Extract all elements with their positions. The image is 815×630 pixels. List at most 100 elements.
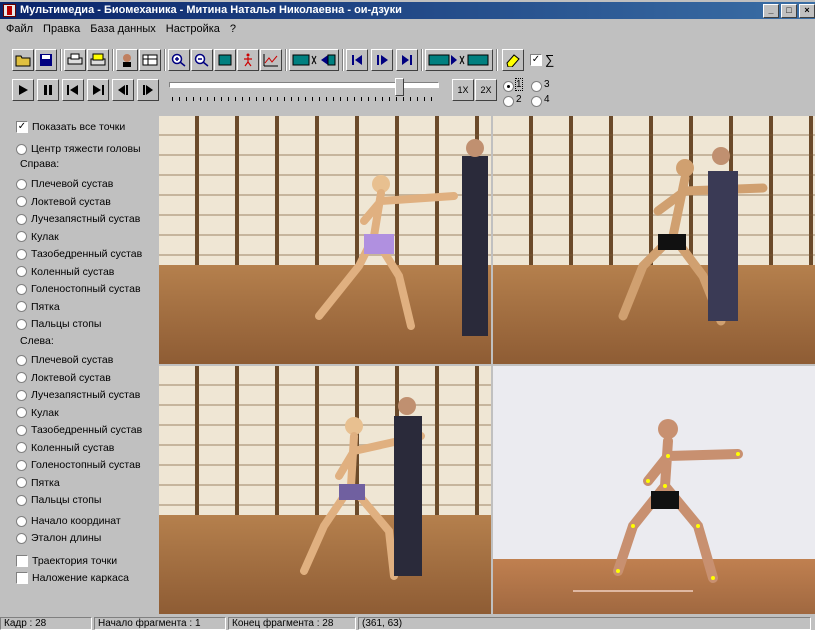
right-joint-label-5: Коленный сустав xyxy=(31,265,115,278)
left-side-heading: Слева: xyxy=(20,335,54,347)
menu-settings[interactable]: Настройка xyxy=(166,20,220,38)
right-joint-label-8: Пальцы стопы xyxy=(31,318,102,330)
video-view-4[interactable] xyxy=(493,366,815,614)
right-joint-radio-1[interactable] xyxy=(16,196,27,207)
minimize-button[interactable]: _ xyxy=(763,4,779,18)
menu-edit[interactable]: Правка xyxy=(43,20,80,38)
left-joint-label-5: Коленный сустав xyxy=(31,441,115,454)
right-joint-radio-2[interactable] xyxy=(16,213,27,225)
goto-end-icon[interactable] xyxy=(396,49,418,71)
left-joint-radio-5[interactable] xyxy=(16,442,27,453)
speed-1x-button[interactable]: 1X xyxy=(452,79,474,101)
trajectory-label: Траектория точки xyxy=(32,555,118,567)
menu-help[interactable]: ? xyxy=(230,20,236,38)
open-folder-icon[interactable] xyxy=(12,49,34,71)
video-view-1[interactable] xyxy=(159,116,491,364)
frame-slider-thumb[interactable] xyxy=(394,78,404,96)
sum-checkbox[interactable]: ✓ xyxy=(530,54,542,66)
points-panel: ✓ Показать все точки Центр тяжести головы… xyxy=(10,116,158,612)
menu-file[interactable]: Файл xyxy=(6,20,33,38)
window-title: Мультимедиа - Биомеханика - Митина Натал… xyxy=(20,4,402,16)
video-view-2[interactable] xyxy=(493,116,815,364)
view-radio-3-label: 3 xyxy=(544,79,550,90)
right-joint-radio-5[interactable] xyxy=(16,266,27,277)
origin-label: Начало координат xyxy=(31,515,121,527)
right-joint-radio-4[interactable] xyxy=(16,248,27,260)
left-joint-radio-7[interactable] xyxy=(16,477,27,488)
pause-button[interactable] xyxy=(37,79,59,101)
view-radio-1[interactable] xyxy=(503,81,514,92)
printer-setup-icon[interactable] xyxy=(87,49,109,71)
cut-right-icon[interactable] xyxy=(425,49,493,71)
trajectory-checkbox[interactable] xyxy=(16,555,28,567)
show-all-points-label: Показать все точки xyxy=(32,121,126,133)
last-frame-button[interactable] xyxy=(87,79,109,101)
status-coords: (361, 63) xyxy=(358,617,811,630)
title-bar[interactable]: Мультимедиа - Биомеханика - Митина Натал… xyxy=(0,2,815,19)
athlete-figure-4 xyxy=(573,419,743,592)
left-joint-radio-1[interactable] xyxy=(16,372,27,383)
left-joint-radio-4[interactable] xyxy=(16,424,27,436)
right-joint-radio-6[interactable] xyxy=(16,283,27,295)
next-frame-button[interactable] xyxy=(137,79,159,101)
head-center-radio[interactable] xyxy=(16,143,27,155)
maximize-button[interactable]: □ xyxy=(781,4,797,18)
left-joint-label-2: Лучезапястный сустав xyxy=(31,389,141,401)
goto-start-icon[interactable] xyxy=(346,49,368,71)
status-fragment-end: Конец фрагмента : 28 xyxy=(228,617,356,630)
view-radio-1-label: 1 xyxy=(515,78,523,91)
speed-2x-button[interactable]: 2X xyxy=(475,79,497,101)
athlete-figure-3 xyxy=(300,397,425,580)
close-button[interactable]: × xyxy=(799,4,815,18)
right-joint-label-4: Тазобедренный сустав xyxy=(31,248,143,260)
right-joint-radio-7[interactable] xyxy=(16,301,27,312)
step-forward-icon[interactable] xyxy=(371,49,393,71)
show-all-points-checkbox[interactable]: ✓ xyxy=(16,121,28,133)
view-radio-4[interactable] xyxy=(531,96,542,107)
right-joint-radio-8[interactable] xyxy=(16,318,27,330)
play-button[interactable] xyxy=(12,79,34,101)
cut-left-icon[interactable] xyxy=(289,49,339,71)
first-frame-button[interactable] xyxy=(62,79,84,101)
save-icon[interactable] xyxy=(35,49,57,71)
overlay-label: Наложение каркаса xyxy=(32,572,129,584)
left-joint-radio-8[interactable] xyxy=(16,494,27,506)
eraser-icon[interactable] xyxy=(502,49,524,71)
view-radio-2[interactable] xyxy=(503,96,514,107)
left-joint-label-6: Голеностопный сустав xyxy=(31,459,141,471)
right-side-heading: Справа: xyxy=(20,158,60,170)
sum-label: ∑ xyxy=(545,52,555,67)
video-view-3[interactable] xyxy=(159,366,491,614)
person-icon[interactable] xyxy=(116,49,138,71)
prev-frame-button[interactable] xyxy=(112,79,134,101)
skeleton-icon[interactable] xyxy=(237,49,259,71)
left-joint-label-7: Пятка xyxy=(31,476,60,489)
menu-database[interactable]: База данных xyxy=(90,20,156,38)
overlay-checkbox[interactable] xyxy=(16,572,28,584)
left-joint-radio-3[interactable] xyxy=(16,407,27,418)
right-joint-radio-0[interactable] xyxy=(16,178,27,190)
head-center-label: Центр тяжести головы xyxy=(31,143,141,155)
status-fragment-start: Начало фрагмента : 1 xyxy=(94,617,226,630)
left-joint-radio-0[interactable] xyxy=(16,354,27,366)
zoom-out-icon[interactable] xyxy=(191,49,213,71)
length-ref-radio[interactable] xyxy=(16,532,27,544)
left-joint-label-0: Плечевой сустав xyxy=(31,354,114,366)
print-icon[interactable] xyxy=(64,49,86,71)
length-ref-label: Эталон длины xyxy=(31,532,102,544)
left-joint-label-3: Кулак xyxy=(31,406,59,419)
app-icon[interactable] xyxy=(3,4,16,17)
graph-icon[interactable] xyxy=(260,49,282,71)
right-joint-radio-3[interactable] xyxy=(16,231,27,242)
zoom-in-icon[interactable] xyxy=(168,49,190,71)
table-icon[interactable] xyxy=(139,49,161,71)
menu-bar: Файл Правка База данных Настройка ? xyxy=(0,20,246,38)
view-radio-3[interactable] xyxy=(531,81,542,92)
left-joint-radio-2[interactable] xyxy=(16,389,27,401)
left-joint-label-8: Пальцы стопы xyxy=(31,494,102,506)
frame-icon[interactable] xyxy=(214,49,236,71)
right-joint-label-0: Плечевой сустав xyxy=(31,178,114,190)
slider-ticks xyxy=(172,97,436,101)
origin-radio[interactable] xyxy=(16,515,27,527)
left-joint-radio-6[interactable] xyxy=(16,459,27,471)
